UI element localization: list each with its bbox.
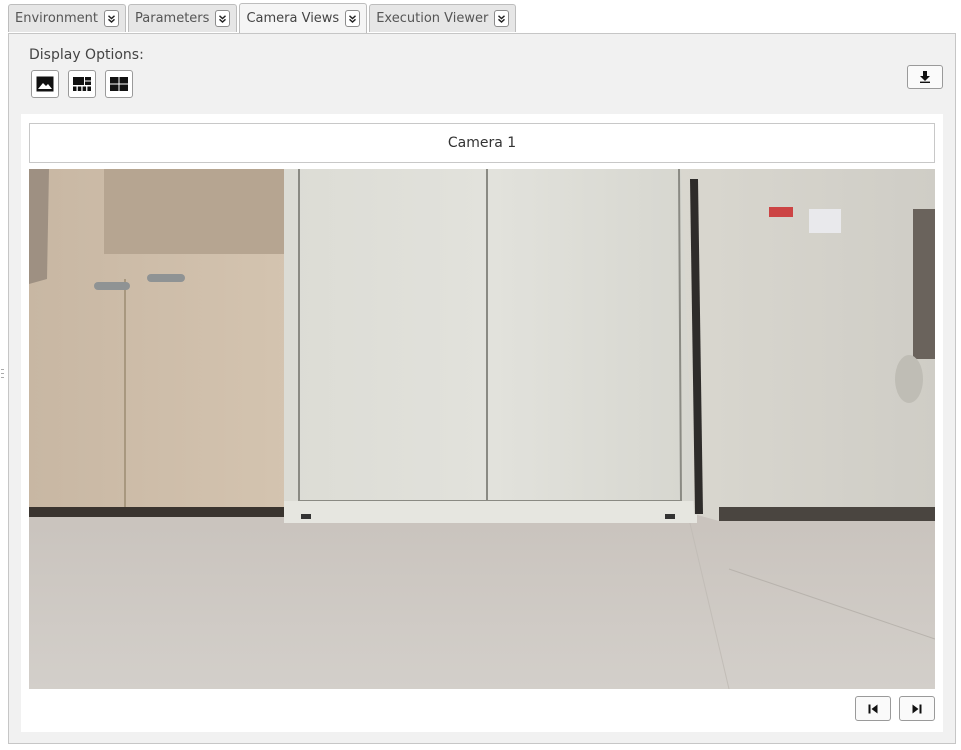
tab-dropdown-button[interactable] <box>494 10 510 27</box>
tab-label: Execution Viewer <box>376 11 489 26</box>
skip-to-end-icon <box>912 704 922 713</box>
grid-icon <box>110 77 128 91</box>
first-frame-button[interactable] <box>855 696 891 721</box>
tab-dropdown-button[interactable] <box>104 10 120 27</box>
filmstrip-grid-icon <box>73 77 91 91</box>
image-icon <box>36 76 54 92</box>
panel-resize-grip[interactable] <box>1 368 5 380</box>
double-chevron-down-icon <box>498 14 506 23</box>
camera-viewer: Camera 1 <box>21 114 943 732</box>
tab-execution-viewer[interactable]: Execution Viewer <box>369 4 517 32</box>
tab-label: Environment <box>15 11 99 26</box>
single-view-button[interactable] <box>31 70 59 98</box>
double-chevron-down-icon <box>108 14 115 23</box>
tab-label: Camera Views <box>246 11 340 26</box>
tab-camera-views[interactable]: Camera Views <box>239 3 368 33</box>
camera-frame <box>29 169 935 689</box>
download-icon <box>920 71 930 83</box>
last-frame-button[interactable] <box>899 696 935 721</box>
double-chevron-down-icon <box>219 14 227 23</box>
tab-dropdown-button[interactable] <box>215 10 231 27</box>
grid-view-button[interactable] <box>105 70 133 98</box>
double-chevron-down-icon <box>349 14 357 23</box>
download-button[interactable] <box>907 65 943 89</box>
tab-bar: Environment Parameters Camera Views Exec… <box>8 3 518 34</box>
tab-dropdown-button[interactable] <box>345 10 361 27</box>
filmstrip-view-button[interactable] <box>68 70 96 98</box>
display-options-label: Display Options: <box>29 47 144 63</box>
tab-parameters[interactable]: Parameters <box>128 4 238 32</box>
camera-feed-image <box>29 169 935 689</box>
camera-title: Camera 1 <box>29 123 935 163</box>
skip-to-start-icon <box>868 704 878 713</box>
tab-environment[interactable]: Environment <box>8 4 127 32</box>
camera-views-panel: Display Options: Camera 1 <box>8 33 956 744</box>
tab-label: Parameters <box>135 11 210 26</box>
